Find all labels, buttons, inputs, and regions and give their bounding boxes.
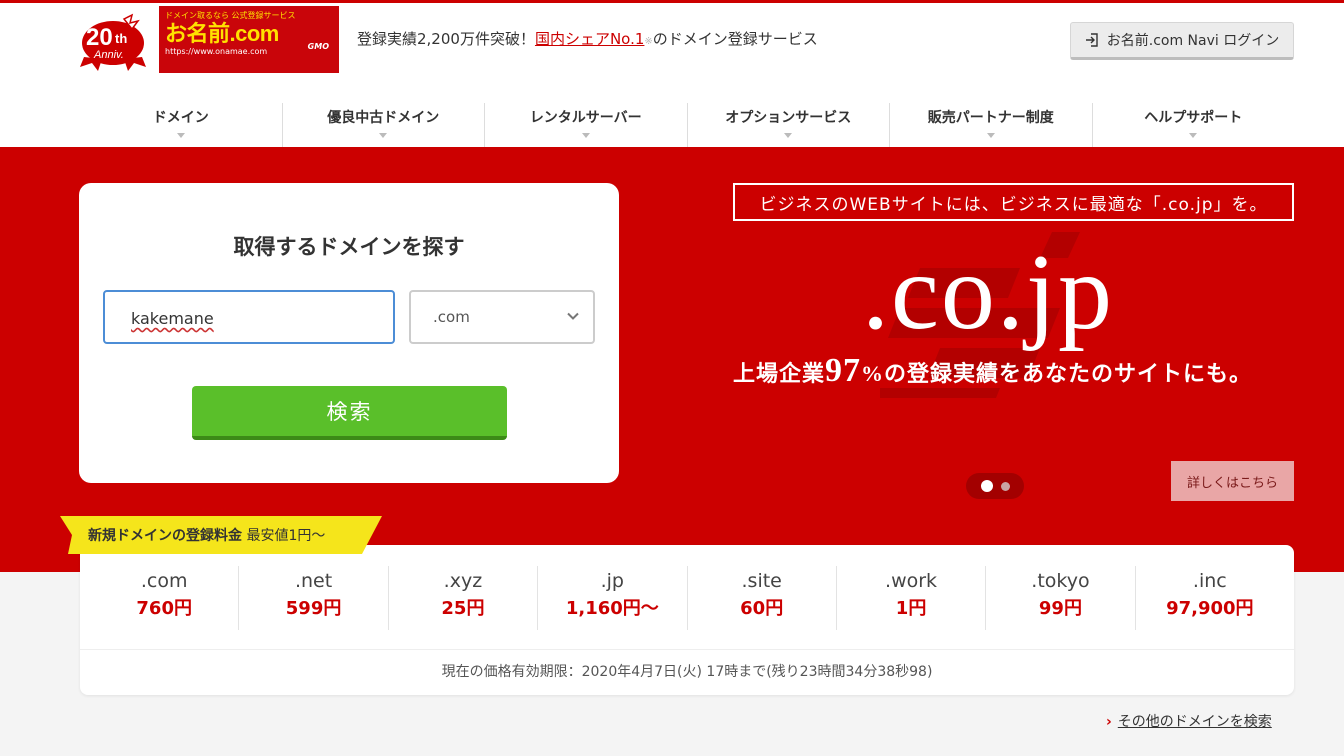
onamae-logo[interactable]: ドメイン取るなら 公式登録サービス お名前.com https://www.on… xyxy=(159,6,339,73)
price-tld: .tokyo xyxy=(1031,570,1090,592)
nav-label: 販売パートナー制度 xyxy=(927,110,1054,126)
market-share-link[interactable]: 国内シェアNo.1 xyxy=(535,30,644,48)
promo-sub-number: 97 xyxy=(825,352,862,389)
price-value: 1,160円〜 xyxy=(565,598,659,619)
price-tld: .work xyxy=(885,570,938,592)
price-tag-text: 新規ドメインの登録料金 最安値1円〜 xyxy=(88,525,325,545)
svg-text:th: th xyxy=(115,31,127,46)
nav-item-domain[interactable]: ドメイン xyxy=(80,103,282,150)
price-item-inc[interactable]: .inc 97,900円 xyxy=(1134,566,1284,630)
chevron-down-icon xyxy=(1189,133,1198,138)
price-tld: .jp xyxy=(600,570,624,592)
price-list: .com 760円 .net 599円 .xyz 25円 .jp 1,160円〜… xyxy=(90,566,1284,630)
carousel-pagination xyxy=(966,473,1024,499)
promo-sub-suffix: %の登録実績をあなたのサイトにも。 xyxy=(861,361,1253,386)
nav-label: ドメイン xyxy=(152,110,209,126)
price-item-com[interactable]: .com 760円 xyxy=(90,566,238,630)
nav-label: オプションサービス xyxy=(725,110,852,126)
price-value: 1円 xyxy=(895,598,927,619)
other-domains-link[interactable]: › その他のドメインを検索 xyxy=(1106,711,1272,731)
footnote-mark: ※ xyxy=(644,36,653,47)
price-expiry-text: 現在の価格有効期限：2020年4月7日(火) 17時まで(残り23時間34分38… xyxy=(441,664,933,680)
price-value: 99円 xyxy=(1038,598,1082,619)
price-value: 760円 xyxy=(136,598,192,619)
price-value: 599円 xyxy=(285,598,342,619)
tld-selected-value: .com xyxy=(433,308,470,326)
nav-label: 優良中古ドメイン xyxy=(327,110,440,126)
price-value: 25円 xyxy=(441,598,485,619)
carousel-dot[interactable] xyxy=(1000,481,1010,491)
divider xyxy=(80,649,1294,650)
nav-label: ヘルプサポート xyxy=(1144,110,1243,126)
tagline-prefix: 登録実績2,200万件突破！ xyxy=(357,30,535,48)
anniversary-badge-icon: 20 th Anniv. xyxy=(80,13,146,71)
price-item-work[interactable]: .work 1円 xyxy=(835,566,985,630)
logo-top-text: ドメイン取るなら 公式登録サービス xyxy=(165,11,296,20)
price-tld: .net xyxy=(294,570,333,592)
chevron-right-icon: › xyxy=(1106,714,1112,730)
login-icon xyxy=(1085,33,1098,47)
price-tld: .xyz xyxy=(443,570,483,592)
price-value: 97,900円 xyxy=(1166,598,1254,619)
nav-item-help-support[interactable]: ヘルプサポート xyxy=(1091,103,1295,150)
search-title: 取得するドメインを探す xyxy=(233,235,465,259)
svg-text:Anniv.: Anniv. xyxy=(93,49,124,61)
nav-item-option-service[interactable]: オプションサービス xyxy=(686,103,890,150)
price-value: 60円 xyxy=(740,598,784,619)
chevron-down-icon xyxy=(581,133,590,138)
gmo-logo: GMO xyxy=(307,42,329,51)
nav-item-premium-used-domain[interactable]: 優良中古ドメイン xyxy=(281,103,485,150)
main-nav: ドメイン 優良中古ドメイン レンタルサーバー オプションサービス 販売パートナー… xyxy=(80,103,1294,150)
promo-subheadline: 上場企業97%の登録実績をあなたのサイトにも。 xyxy=(733,352,1252,390)
tagline: 登録実績2,200万件突破！国内シェアNo.1※のドメイン登録サービス xyxy=(357,28,818,49)
login-label: お名前.com Navi ログイン xyxy=(1106,33,1280,49)
chevron-down-icon xyxy=(379,133,388,138)
carousel-dot-active[interactable] xyxy=(980,480,993,492)
promo-banner-text: ビジネスのWEBサイトには、ビジネスに最適な「.co.jp」を。 xyxy=(733,183,1294,221)
tagline-suffix: のドメイン登録サービス xyxy=(652,30,818,48)
chevron-down-icon xyxy=(986,133,995,138)
site-header: 20 th Anniv. ドメイン取るなら 公式登録サービス お名前.com h… xyxy=(0,0,1344,150)
navi-login-button[interactable]: お名前.com Navi ログイン xyxy=(1070,22,1294,60)
price-item-site[interactable]: .site 60円 xyxy=(686,566,836,630)
chevron-down-icon xyxy=(176,133,185,138)
other-domains-label: その他のドメインを検索 xyxy=(1117,714,1272,730)
price-tld: .site xyxy=(741,570,782,592)
tld-select[interactable]: .com xyxy=(409,290,595,344)
nav-label: レンタルサーバー xyxy=(529,110,642,126)
price-item-tokyo[interactable]: .tokyo 99円 xyxy=(985,566,1134,630)
price-tag-rest: 最安値1円〜 xyxy=(246,528,326,544)
chevron-down-icon xyxy=(567,312,579,320)
nav-item-rental-server[interactable]: レンタルサーバー xyxy=(484,103,687,150)
nav-item-partner-program[interactable]: 販売パートナー制度 xyxy=(889,103,1092,150)
svg-text:20: 20 xyxy=(86,24,113,51)
domain-search-card: 取得するドメインを探す kakemane .com 検索 xyxy=(79,183,619,483)
price-item-xyz[interactable]: .xyz 25円 xyxy=(387,566,537,630)
promo-sub-prefix: 上場企業 xyxy=(733,361,826,386)
price-item-jp[interactable]: .jp 1,160円〜 xyxy=(537,566,686,630)
promo-headline: .co.jp xyxy=(862,233,1114,352)
promo-detail-button[interactable]: 詳しくはこちら xyxy=(1171,461,1294,501)
chevron-down-icon xyxy=(784,133,793,138)
search-button[interactable]: 検索 xyxy=(192,386,507,440)
price-item-net[interactable]: .net 599円 xyxy=(238,566,387,630)
price-tag-bold: 新規ドメインの登録料金 xyxy=(88,528,242,544)
domain-input-value: kakemane xyxy=(131,309,214,328)
price-tld: .inc xyxy=(1192,570,1227,592)
price-tld: .com xyxy=(140,570,188,592)
